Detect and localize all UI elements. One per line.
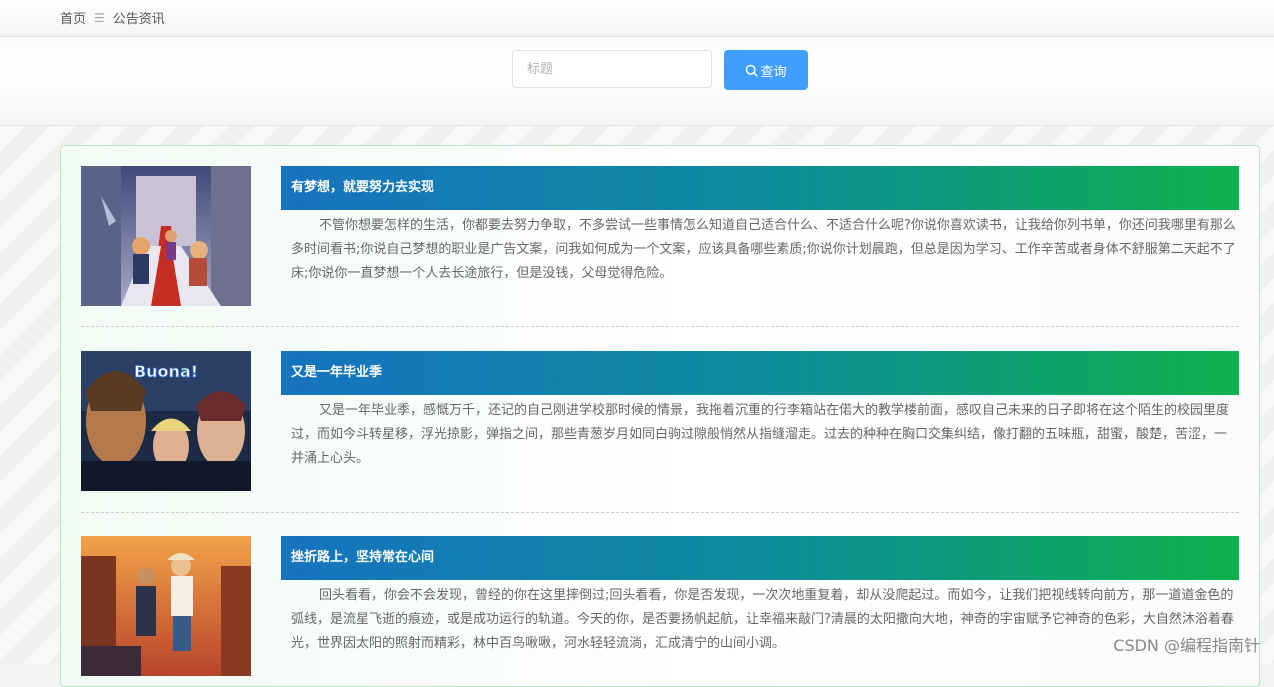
news-title[interactable]: 挫折路上，坚持常在心间 (281, 536, 1239, 580)
search-button[interactable]: 查询 (724, 50, 808, 90)
search-icon (746, 64, 758, 77)
divider (81, 326, 1239, 327)
divider (81, 512, 1239, 513)
news-item[interactable]: 挫折路上，坚持常在心间 回头看看，你会不会发现，曾经的你在这里摔倒过;回头看看，… (81, 536, 1239, 676)
thumbnail-logo-text: Buona! (134, 362, 198, 381)
news-list: 有梦想，就要努力去实现 不管你想要怎样的生活，你都要去努力争取，不多尝试一些事情… (60, 145, 1260, 687)
watermark: CSDN @编程指南针 (1113, 636, 1260, 655)
news-summary: 回头看看，你会不会发现，曾经的你在这里摔倒过;回头看看，你是否发现，一次次地重复… (291, 588, 1234, 651)
search-button-label: 查询 (760, 64, 787, 80)
news-thumbnail[interactable] (81, 166, 251, 306)
breadcrumb-home[interactable]: 首页 (60, 8, 86, 27)
news-thumbnail-image (81, 166, 251, 306)
breadcrumb-separator-icon: ☰ (94, 10, 105, 25)
news-item[interactable]: Buona! 又是一年毕业季 又是一年毕业季，感慨万千，还记的自己刚进学校那时候… (81, 351, 1239, 491)
search-bar: 查询 (0, 37, 1274, 126)
news-summary: 不管你想要怎样的生活，你都要去努力争取，不多尝试一些事情怎么知道自己适合什么、不… (291, 218, 1236, 281)
news-item[interactable]: 有梦想，就要努力去实现 不管你想要怎样的生活，你都要去努力争取，不多尝试一些事情… (81, 166, 1239, 306)
news-thumbnail-image (81, 536, 251, 676)
news-thumbnail[interactable] (81, 536, 251, 676)
breadcrumb-current: 公告资讯 (112, 12, 165, 27)
news-thumbnail-image: Buona! (81, 351, 251, 491)
news-thumbnail[interactable]: Buona! (81, 351, 251, 491)
news-title[interactable]: 有梦想，就要努力去实现 (281, 166, 1239, 210)
news-summary: 又是一年毕业季，感慨万千，还记的自己刚进学校那时候的情景，我拖着沉重的行李箱站在… (291, 403, 1230, 466)
title-search-input[interactable] (512, 50, 712, 88)
breadcrumb: 首页 ☰ 公告资讯 (60, 8, 165, 28)
news-title[interactable]: 又是一年毕业季 (281, 351, 1239, 395)
breadcrumb-bar: 首页 ☰ 公告资讯 (0, 0, 1274, 37)
